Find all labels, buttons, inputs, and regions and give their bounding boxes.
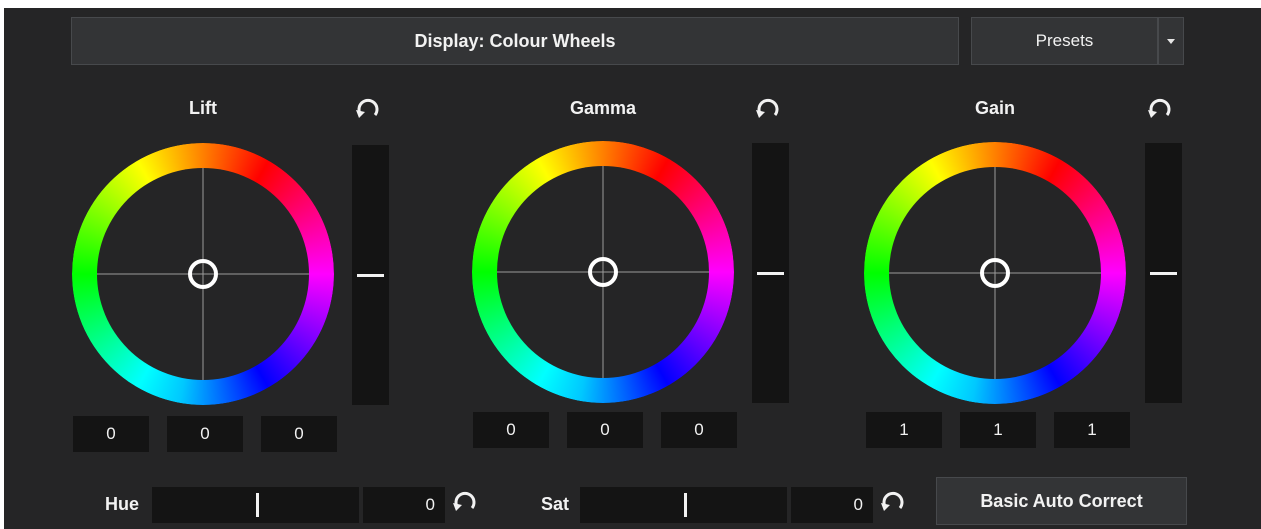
gain-master-slider[interactable] <box>1145 143 1182 403</box>
display-mode-button[interactable]: Display: Colour Wheels <box>71 17 959 65</box>
sat-reset-icon[interactable] <box>880 487 906 513</box>
basic-auto-correct-button[interactable]: Basic Auto Correct <box>936 477 1187 525</box>
hue-reset-icon[interactable] <box>452 487 478 513</box>
gamma-red-field[interactable]: 0 <box>473 412 549 448</box>
sat-slider-handle[interactable] <box>684 493 687 517</box>
lift-slider-handle[interactable] <box>357 274 384 277</box>
hue-slider-handle[interactable] <box>256 493 259 517</box>
sat-slider[interactable] <box>580 487 787 523</box>
gain-reset-icon[interactable] <box>1147 94 1173 120</box>
gamma-slider-handle[interactable] <box>757 272 784 275</box>
sat-label: Sat <box>541 494 570 514</box>
gamma-title: Gamma <box>569 98 637 118</box>
lift-colour-wheel[interactable] <box>72 143 334 405</box>
gain-red-field[interactable]: 1 <box>866 412 942 448</box>
gain-blue-field[interactable]: 1 <box>1054 412 1130 448</box>
gamma-green-field[interactable]: 0 <box>567 412 643 448</box>
lift-red-field[interactable]: 0 <box>73 416 149 452</box>
gamma-colour-wheel[interactable] <box>472 141 734 403</box>
display-mode-label: Display: Colour Wheels <box>414 30 616 51</box>
chevron-down-icon <box>1167 38 1175 44</box>
lift-title: Lift <box>189 98 217 118</box>
gain-green-field[interactable]: 1 <box>960 412 1036 448</box>
gain-slider-handle[interactable] <box>1150 272 1177 275</box>
presets-dropdown-button[interactable] <box>1158 17 1184 65</box>
lift-green-field[interactable]: 0 <box>167 416 243 452</box>
gamma-reset-icon[interactable] <box>755 94 781 120</box>
hue-label: Hue <box>105 494 140 514</box>
lift-blue-field[interactable]: 0 <box>261 416 337 452</box>
gain-colour-wheel[interactable] <box>864 142 1126 404</box>
hue-value-field[interactable]: 0 <box>363 487 445 523</box>
sat-value-field[interactable]: 0 <box>791 487 873 523</box>
gamma-master-slider[interactable] <box>752 143 789 403</box>
presets-button[interactable]: Presets <box>971 17 1158 65</box>
lift-master-slider[interactable] <box>352 145 389 405</box>
hue-slider[interactable] <box>152 487 359 523</box>
gain-title: Gain <box>974 98 1015 118</box>
lift-reset-icon[interactable] <box>355 94 381 120</box>
basic-auto-correct-label: Basic Auto Correct <box>980 490 1143 511</box>
gamma-blue-field[interactable]: 0 <box>661 412 737 448</box>
presets-label: Presets <box>1035 31 1094 50</box>
